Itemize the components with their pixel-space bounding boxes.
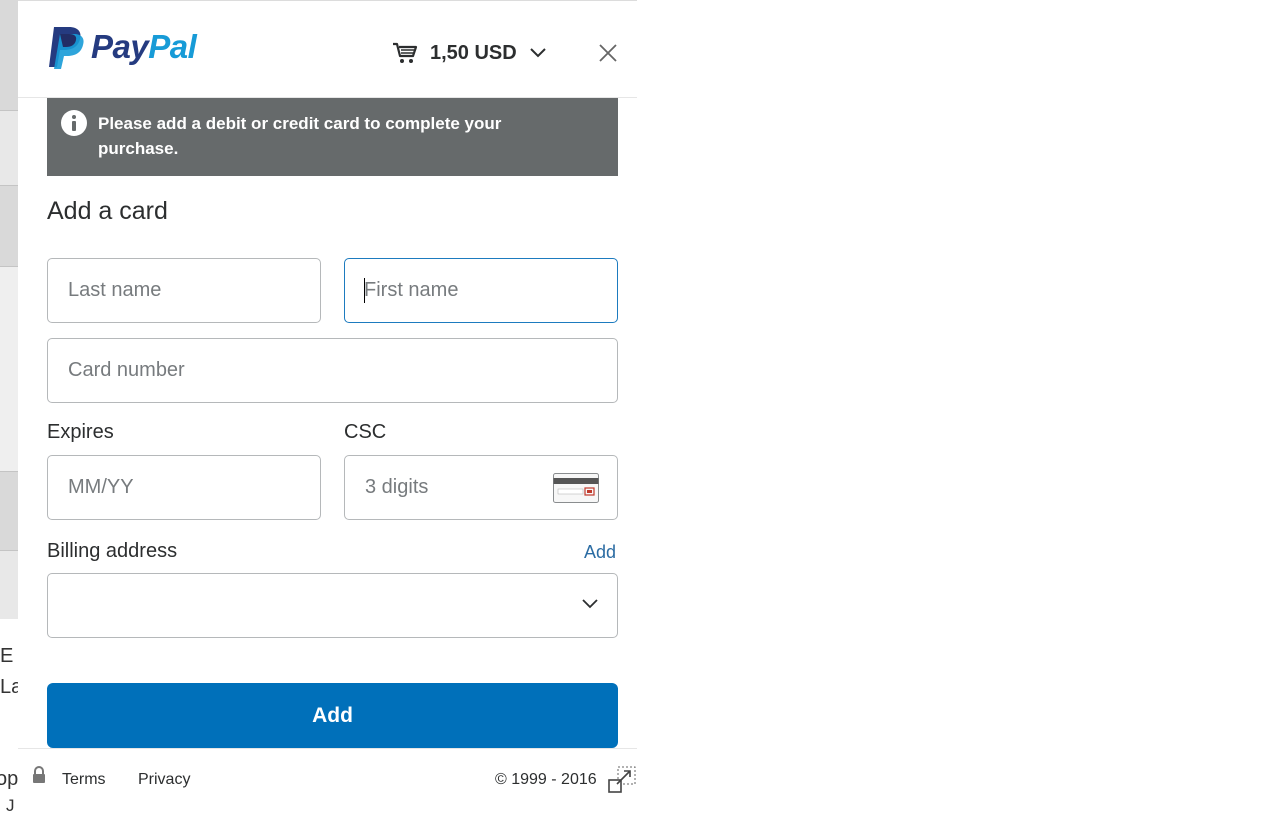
background-panel [0, 111, 18, 185]
paypal-p-icon [49, 27, 84, 69]
paypal-wordmark: PayPal [91, 28, 197, 66]
background-panel [0, 551, 18, 619]
privacy-link[interactable]: Privacy [138, 771, 190, 789]
cart-summary-toggle[interactable]: 1,50 USD [392, 41, 547, 65]
background-panel [0, 267, 18, 472]
cart-icon [393, 42, 418, 63]
background-text: La [0, 676, 18, 698]
text-cursor [364, 278, 365, 303]
lock-icon [33, 766, 45, 783]
info-alert: Please add a debit or credit card to com… [47, 98, 618, 176]
background-text: E [0, 645, 14, 667]
first-name-field [344, 258, 618, 323]
csc-label: CSC [344, 421, 387, 443]
close-icon[interactable] [598, 43, 618, 63]
first-name-input[interactable] [364, 259, 606, 322]
last-name-input[interactable] [68, 259, 310, 322]
form-title: Add a card [47, 197, 168, 225]
cart-amount: 1,50 USD [430, 41, 517, 64]
background-text: J [6, 796, 15, 815]
logo-pay-text: Pay [91, 28, 149, 65]
csc-field [344, 455, 618, 520]
add-card-button[interactable]: Add [47, 683, 618, 748]
last-name-field [47, 258, 321, 323]
paypal-logo: PayPal [47, 25, 197, 69]
billing-address-label: Billing address [47, 540, 178, 562]
background-text: op [0, 768, 18, 790]
footer: Terms Privacy © 1999 - 2016 [18, 748, 637, 819]
background-panel [0, 0, 18, 110]
alert-message: Please add a debit or credit card to com… [98, 114, 502, 158]
card-number-input[interactable] [68, 339, 607, 402]
info-icon [61, 110, 87, 136]
background-page: E La op J [0, 0, 18, 819]
card-number-field [47, 338, 618, 403]
terms-link[interactable]: Terms [62, 771, 106, 789]
background-panel [0, 186, 18, 266]
add-billing-address-link[interactable]: Add [584, 542, 616, 563]
expires-label: Expires [47, 421, 114, 443]
expand-window-icon[interactable] [608, 766, 636, 794]
background-panel [0, 472, 18, 550]
billing-address-select[interactable] [47, 573, 618, 638]
expires-field [47, 455, 321, 520]
paypal-checkout-popup: PayPal 1,50 USD Please add a debit or cr… [18, 0, 637, 819]
header: PayPal 1,50 USD [18, 0, 637, 98]
card-back-icon [553, 473, 599, 503]
logo-pal-text: Pal [148, 28, 197, 65]
expires-input[interactable] [68, 456, 310, 519]
chevron-down-icon [582, 599, 598, 609]
csc-input[interactable] [365, 456, 535, 519]
copyright-text: © 1999 - 2016 [495, 771, 597, 788]
chevron-down-icon [530, 48, 546, 58]
